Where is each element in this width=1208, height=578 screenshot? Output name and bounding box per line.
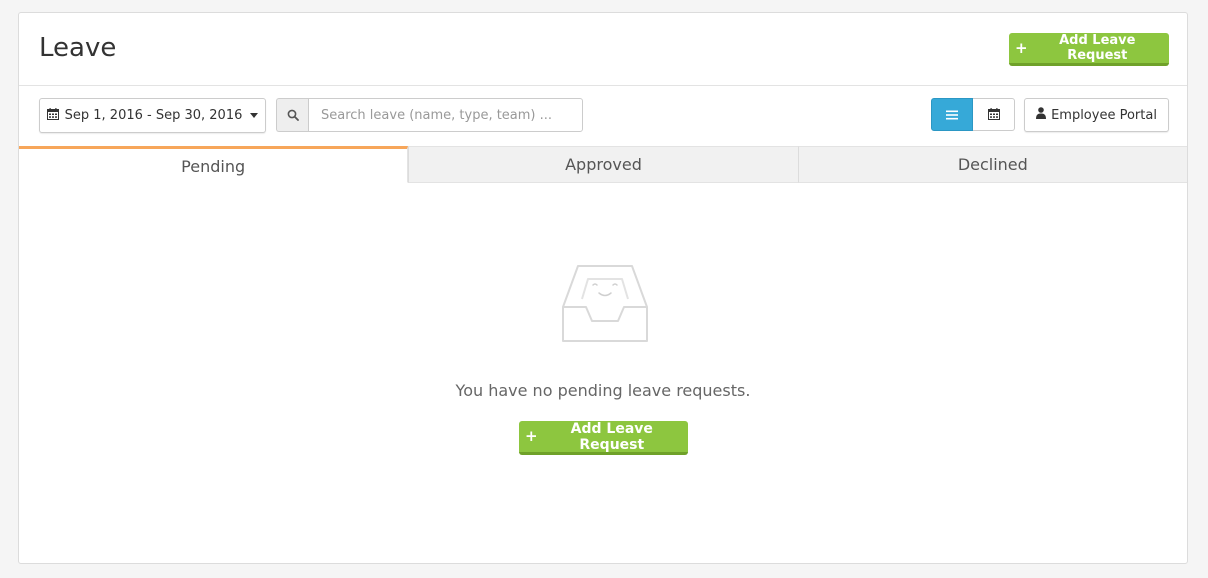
employee-portal-button[interactable]: Employee Portal — [1024, 98, 1169, 132]
calendar-view-button[interactable] — [973, 98, 1015, 131]
tab-declined[interactable]: Declined — [797, 146, 1187, 183]
employee-portal-label: Employee Portal — [1051, 107, 1157, 123]
add-leave-request-label: Add Leave Request — [570, 420, 653, 453]
toolbar: Sep 1, 2016 - Sep 30, 2016 Search leave … — [19, 86, 1187, 146]
tab-approved[interactable]: Approved — [408, 146, 798, 183]
view-toggle — [931, 98, 1015, 131]
calendar-icon — [987, 105, 1000, 124]
panel-header: Leave + Add Leave Request — [19, 13, 1187, 86]
date-range-picker[interactable]: Sep 1, 2016 - Sep 30, 2016 — [39, 98, 266, 133]
calendar-icon — [46, 107, 59, 124]
plus-icon: + — [1015, 38, 1028, 57]
list-icon — [946, 105, 958, 124]
empty-state-message: You have no pending leave requests. — [455, 381, 751, 400]
search-input[interactable] — [308, 98, 583, 132]
add-leave-request-label: Add Leave Request — [1059, 33, 1136, 63]
status-tabs: Pending Approved Declined — [19, 146, 1187, 183]
user-icon — [1036, 107, 1047, 123]
inbox-icon — [562, 265, 648, 342]
add-leave-request-button[interactable]: + Add Leave Request — [1009, 33, 1169, 66]
plus-icon: + — [525, 427, 538, 445]
search-icon — [276, 98, 308, 132]
caret-down-icon — [250, 113, 259, 118]
page-title: Leave — [39, 33, 117, 63]
search-group — [276, 98, 583, 132]
add-leave-request-button-empty[interactable]: + Add Leave Request — [519, 421, 688, 455]
empty-state: You have no pending leave requests. + Ad… — [19, 183, 1187, 563]
date-range-label: Sep 1, 2016 - Sep 30, 2016 — [64, 108, 243, 123]
leave-panel: Leave + Add Leave Request Sep 1, 2016 - … — [18, 12, 1188, 564]
tab-pending[interactable]: Pending — [19, 146, 409, 183]
list-view-button[interactable] — [931, 98, 973, 131]
